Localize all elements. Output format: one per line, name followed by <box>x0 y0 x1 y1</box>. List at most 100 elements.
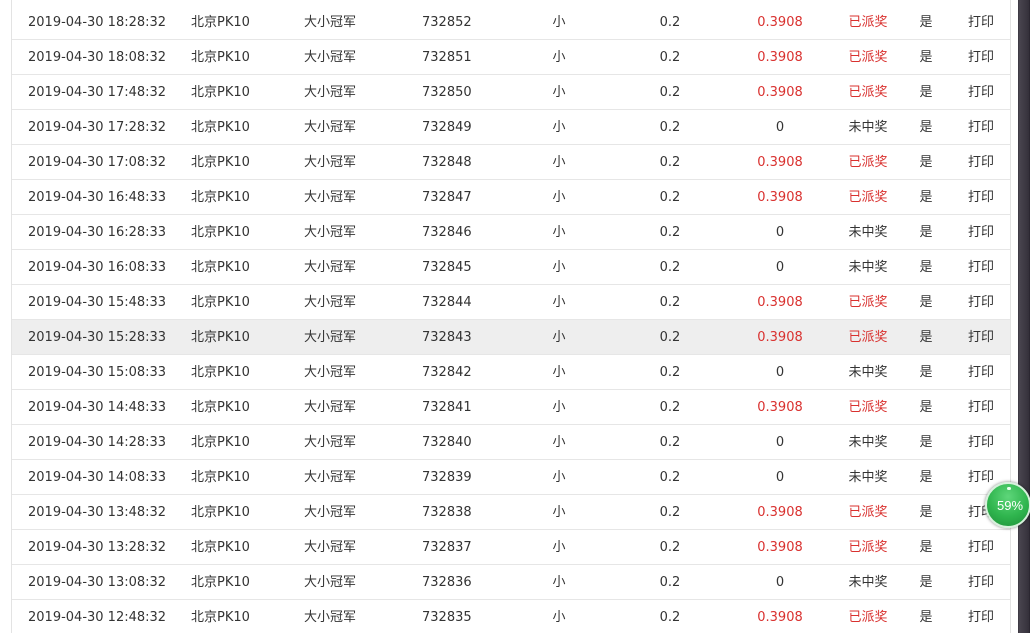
prize-status: 未中奖 <box>848 260 888 275</box>
bet-content: 小 <box>552 50 566 65</box>
bonus-amount: 0.3908 <box>757 50 803 65</box>
table-row[interactable]: 2019-04-30 17:08:32 北京PK10 大小冠军 732848 小 0.2 0… <box>12 145 1010 180</box>
table-row[interactable]: 2019-04-30 15:08:33 北京PK10 大小冠军 732842 小 0.2 0… <box>12 355 1010 390</box>
bonus-amount: 0.3908 <box>757 295 803 310</box>
play-type: 大小冠军 <box>304 400 357 415</box>
bet-amount: 0.2 <box>659 435 681 450</box>
print-link[interactable]: 打印 <box>967 250 995 285</box>
completed-flag: 是 <box>919 435 933 450</box>
issue-number: 732836 <box>422 575 472 590</box>
completed-flag: 是 <box>919 610 933 625</box>
table-row[interactable]: 2019-04-30 13:48:32 北京PK10 大小冠军 732838 小 0.2 0… <box>12 495 1010 530</box>
print-link[interactable]: 打印 <box>967 355 995 390</box>
bet-content: 小 <box>552 505 566 520</box>
table-row[interactable]: 2019-04-30 18:28:32 北京PK10 大小冠军 732852 小 0.2 0… <box>12 5 1010 40</box>
bet-time: 2019-04-30 15:48:33 <box>28 295 167 310</box>
prize-status: 已派奖 <box>848 85 888 100</box>
table-row[interactable]: 2019-04-30 16:28:33 北京PK10 大小冠军 732846 小 0.2 0… <box>12 215 1010 250</box>
bet-time: 2019-04-30 14:48:33 <box>28 400 167 415</box>
table-row[interactable]: 2019-04-30 13:08:32 北京PK10 大小冠军 732836 小 0.2 0… <box>12 565 1010 600</box>
issue-number: 732842 <box>422 365 472 380</box>
issue-number: 732844 <box>422 295 472 310</box>
bet-amount: 0.2 <box>659 400 681 415</box>
print-link[interactable]: 打印 <box>967 530 995 565</box>
prize-status: 已派奖 <box>848 505 888 520</box>
table-row[interactable]: 2019-04-30 13:28:32 北京PK10 大小冠军 732837 小 0.2 0… <box>12 530 1010 565</box>
lottery-name: 北京PK10 <box>191 260 250 275</box>
print-link[interactable]: 打印 <box>967 180 995 215</box>
lottery-name: 北京PK10 <box>191 365 250 380</box>
bet-content: 小 <box>552 260 566 275</box>
prize-status: 已派奖 <box>848 155 888 170</box>
print-link[interactable]: 打印 <box>967 110 995 145</box>
issue-number: 732835 <box>422 610 472 625</box>
bonus-amount: 0 <box>775 470 785 485</box>
lottery-name: 北京PK10 <box>191 85 250 100</box>
table-row[interactable]: 2019-04-30 16:08:33 北京PK10 大小冠军 732845 小 0.2 0… <box>12 250 1010 285</box>
issue-number: 732841 <box>422 400 472 415</box>
prize-status: 已派奖 <box>848 330 888 345</box>
print-link[interactable]: 打印 <box>967 5 995 40</box>
issue-number: 732845 <box>422 260 472 275</box>
bet-time: 2019-04-30 15:28:33 <box>28 330 167 345</box>
play-type: 大小冠军 <box>304 15 357 30</box>
play-type: 大小冠军 <box>304 365 357 380</box>
prize-status: 已派奖 <box>848 15 888 30</box>
print-link[interactable]: 打印 <box>967 390 995 425</box>
issue-number: 732840 <box>422 435 472 450</box>
bet-time: 2019-04-30 12:48:32 <box>28 610 167 625</box>
bet-content: 小 <box>552 330 566 345</box>
completed-flag: 是 <box>919 260 933 275</box>
bonus-amount: 0.3908 <box>757 540 803 555</box>
print-link[interactable]: 打印 <box>967 565 995 600</box>
play-type: 大小冠军 <box>304 295 357 310</box>
completed-flag: 是 <box>919 295 933 310</box>
print-link[interactable]: 打印 <box>967 40 995 75</box>
bonus-amount: 0 <box>775 225 785 240</box>
bonus-amount: 0.3908 <box>757 190 803 205</box>
prize-status: 未中奖 <box>848 365 888 380</box>
table-row[interactable]: 2019-04-30 15:28:33 北京PK10 大小冠军 732843 小 0.2 0… <box>12 320 1010 355</box>
lottery-name: 北京PK10 <box>191 15 250 30</box>
speed-widget[interactable]: 59% <box>985 482 1030 528</box>
bet-time: 2019-04-30 16:08:33 <box>28 260 167 275</box>
table-row[interactable]: 2019-04-30 17:28:32 北京PK10 大小冠军 732849 小 0.2 0… <box>12 110 1010 145</box>
table-row[interactable]: 2019-04-30 14:48:33 北京PK10 大小冠军 732841 小 0.2 0… <box>12 390 1010 425</box>
scrollbar-thumb[interactable] <box>1019 0 1029 633</box>
bet-time: 2019-04-30 14:28:33 <box>28 435 167 450</box>
lottery-name: 北京PK10 <box>191 120 250 135</box>
issue-number: 732843 <box>422 330 472 345</box>
bet-content: 小 <box>552 400 566 415</box>
bonus-amount: 0.3908 <box>757 610 803 625</box>
prize-status: 未中奖 <box>848 225 888 240</box>
play-type: 大小冠军 <box>304 505 357 520</box>
print-link[interactable]: 打印 <box>967 285 995 320</box>
bonus-amount: 0.3908 <box>757 155 803 170</box>
table-row[interactable]: 2019-04-30 17:48:32 北京PK10 大小冠军 732850 小 0.2 0… <box>12 75 1010 110</box>
print-link[interactable]: 打印 <box>967 75 995 110</box>
bet-amount: 0.2 <box>659 295 681 310</box>
print-link[interactable]: 打印 <box>967 145 995 180</box>
table-row[interactable]: 2019-04-30 14:28:33 北京PK10 大小冠军 732840 小 0.2 0… <box>12 425 1010 460</box>
issue-number: 732846 <box>422 225 472 240</box>
play-type: 大小冠军 <box>304 50 357 65</box>
completed-flag: 是 <box>919 575 933 590</box>
play-type: 大小冠军 <box>304 260 357 275</box>
prize-status: 已派奖 <box>848 400 888 415</box>
print-link[interactable]: 打印 <box>967 600 995 633</box>
bet-content: 小 <box>552 120 566 135</box>
bet-content: 小 <box>552 435 566 450</box>
issue-number: 732839 <box>422 470 472 485</box>
table-row[interactable]: 2019-04-30 12:48:32 北京PK10 大小冠军 732835 小 0.2 0… <box>12 600 1010 633</box>
print-link[interactable]: 打印 <box>967 215 995 250</box>
table-row[interactable]: 2019-04-30 15:48:33 北京PK10 大小冠军 732844 小 0.2 0… <box>12 285 1010 320</box>
lottery-name: 北京PK10 <box>191 225 250 240</box>
table-row[interactable]: 2019-04-30 16:48:33 北京PK10 大小冠军 732847 小 0.2 0… <box>12 180 1010 215</box>
play-type: 大小冠军 <box>304 190 357 205</box>
bet-content: 小 <box>552 470 566 485</box>
print-link[interactable]: 打印 <box>967 320 995 355</box>
print-link[interactable]: 打印 <box>967 425 995 460</box>
table-row[interactable]: 2019-04-30 18:08:32 北京PK10 大小冠军 732851 小 0.2 0… <box>12 40 1010 75</box>
table-row[interactable]: 2019-04-30 14:08:33 北京PK10 大小冠军 732839 小 0.2 0… <box>12 460 1010 495</box>
bonus-amount: 0.3908 <box>757 15 803 30</box>
